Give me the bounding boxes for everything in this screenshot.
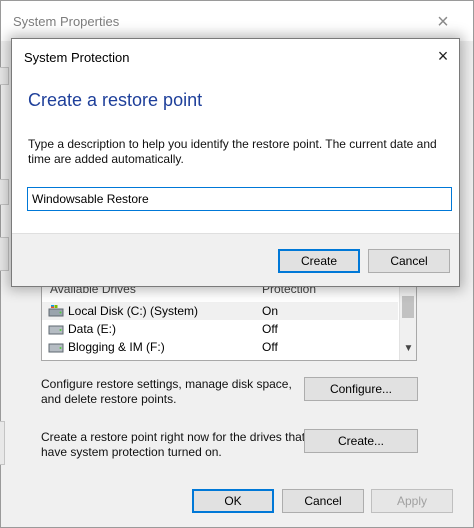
- dialog-cancel-button[interactable]: Cancel: [368, 249, 450, 273]
- drive-icon: [48, 325, 64, 335]
- dialog-description: Type a description to help you identify …: [28, 137, 437, 167]
- drive-icon: [48, 343, 64, 353]
- configure-button[interactable]: Configure...: [304, 377, 418, 401]
- drive-protection: Off: [262, 340, 278, 354]
- group-fragment: [0, 179, 9, 205]
- system-protection-dialog: System Protection × Create a restore poi…: [11, 38, 460, 287]
- create-text-line2: have system protection turned on.: [41, 445, 222, 459]
- drive-row[interactable]: Local Disk (C:) (System) On: [42, 302, 398, 320]
- drive-protection: Off: [262, 322, 278, 336]
- create-description: Create a restore point right now for the…: [41, 430, 305, 460]
- drive-protection: On: [262, 304, 279, 318]
- available-drives-list[interactable]: Available Drives Protection Local Disk (…: [41, 277, 417, 361]
- close-icon[interactable]: ×: [431, 10, 455, 34]
- drive-name: Data (E:): [68, 322, 117, 336]
- restore-point-description-input[interactable]: [27, 187, 452, 211]
- scroll-down-icon[interactable]: ▼: [402, 342, 415, 356]
- create-restore-point-button[interactable]: Create...: [304, 429, 418, 453]
- window-title: System Properties: [13, 14, 120, 29]
- group-fragment: [0, 421, 5, 465]
- configure-text-line2: and delete restore points.: [41, 392, 177, 406]
- cancel-button[interactable]: Cancel: [282, 489, 364, 513]
- scrollbar-thumb[interactable]: [402, 296, 414, 318]
- drive-row[interactable]: Blogging & IM (F:) Off: [42, 338, 398, 356]
- drive-name: Blogging & IM (F:): [68, 340, 165, 354]
- drive-row[interactable]: Data (E:) Off: [42, 320, 398, 338]
- description-line2: time are added automatically.: [28, 152, 184, 166]
- create-text-line1: Create a restore point right now for the…: [41, 430, 306, 444]
- group-fragment: [0, 237, 9, 271]
- dialog-heading: Create a restore point: [28, 90, 203, 110]
- drives-scrollbar[interactable]: ▼: [399, 278, 416, 360]
- create-button[interactable]: Create: [278, 249, 360, 273]
- description-line1: Type a description to help you identify …: [28, 137, 437, 151]
- configure-text-line1: Configure restore settings, manage disk …: [41, 377, 292, 391]
- configure-description: Configure restore settings, manage disk …: [41, 377, 292, 407]
- drive-name: Local Disk (C:) (System): [68, 304, 199, 318]
- system-properties-titlebar: System Properties ×: [1, 1, 473, 41]
- close-icon[interactable]: ×: [432, 45, 454, 67]
- apply-button: Apply: [371, 489, 453, 513]
- dialog-footer: Create Cancel: [12, 233, 459, 286]
- ok-button[interactable]: OK: [192, 489, 274, 513]
- tab-fragment[interactable]: [0, 67, 9, 85]
- system-drive-icon: [48, 305, 64, 317]
- dialog-title: System Protection: [24, 50, 130, 65]
